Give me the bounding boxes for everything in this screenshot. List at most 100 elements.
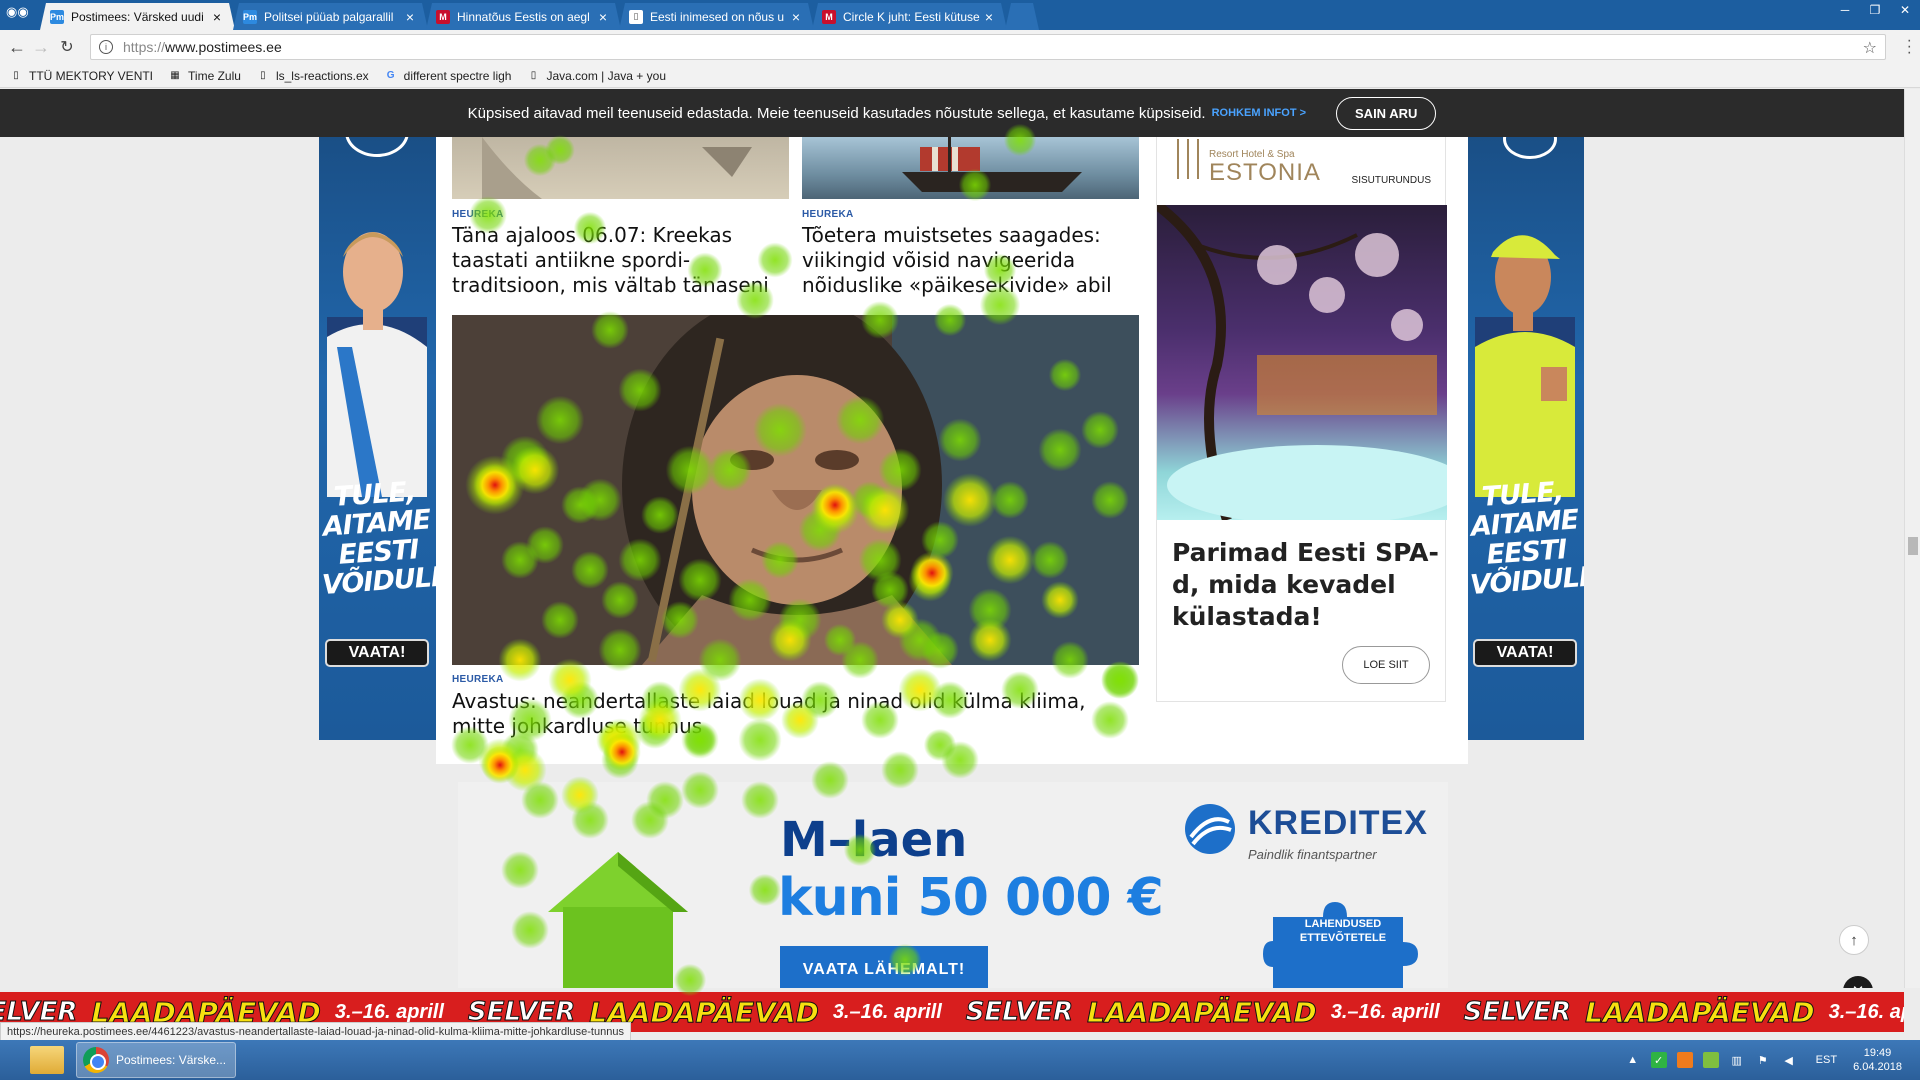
bookmark-label: ls_ls-reactions.ex <box>275 68 369 83</box>
browser-tab-bar: ◉◉ Pm Postimees: Värsked uudi × Pm Politsei … <box>0 0 1920 30</box>
article-title[interactable]: Avastus: neandertallaste laiad louad ja … <box>452 689 1142 739</box>
status-bar-url: https://heureka.postimees.ee/4461223/ava… <box>0 1022 631 1042</box>
house-icon <box>548 852 688 988</box>
back-icon[interactable]: ← <box>6 36 28 58</box>
ad-slogan: TULE, AITAME EESTI VÕIDULE! <box>319 476 436 601</box>
spa-image[interactable] <box>1157 205 1447 520</box>
browser-tab[interactable]: ▯ Eesti inimesed on nõus u × <box>619 3 814 30</box>
browser-tab[interactable]: Pm Postimees: Värsked uudi × <box>40 3 235 30</box>
page-scrollbar[interactable] <box>1904 89 1920 988</box>
tab-favicon-icon: Pm <box>243 11 258 22</box>
tab-favicon-icon: ▯ <box>629 10 643 24</box>
close-ad-button[interactable]: ✕ <box>1843 976 1873 988</box>
side-ad-right[interactable]: TULE, AITAME EESTI VÕIDULE! VAATA! <box>1467 137 1584 740</box>
tab-close-icon[interactable]: × <box>981 9 997 25</box>
maximize-icon[interactable]: ❐ <box>1860 0 1890 20</box>
tab-close-icon[interactable]: × <box>788 9 804 25</box>
ad-cta-button[interactable]: VAATA! <box>1473 639 1577 667</box>
sponsor-box[interactable]: Resort Hotel & Spa ESTONIA SISUTURUNDUS <box>1156 137 1447 702</box>
browser-menu-icon[interactable]: · · · <box>1907 33 1912 61</box>
app-tray-icon[interactable] <box>1702 1052 1719 1068</box>
network-icon[interactable]: ▥ <box>1729 1052 1745 1068</box>
cookie-banner: Küpsised aitavad meil teenuseid edastada… <box>0 89 1904 137</box>
page-icon: ▯ <box>260 70 266 81</box>
statue-image <box>482 137 752 199</box>
tab-close-icon[interactable]: × <box>209 9 225 25</box>
language-indicator[interactable]: EST <box>1816 1054 1837 1066</box>
ad-badge-icon <box>345 137 409 157</box>
tab-label: Politsei püüab palgarallil <box>264 9 394 24</box>
side-ad-left[interactable]: TULE, AITAME EESTI VÕIDULE! VAATA! <box>319 137 436 740</box>
selver-dates: 3.–16. aprill <box>334 1000 444 1023</box>
file-explorer-icon[interactable] <box>30 1046 64 1074</box>
bookmark-star-icon[interactable]: ☆ <box>1863 38 1877 58</box>
article-title[interactable]: Tõetera muistsetes saagades: viikingid v… <box>802 223 1142 298</box>
profile-icon[interactable]: ◉◉ <box>6 4 29 20</box>
reload-icon[interactable]: ↻ <box>56 36 78 58</box>
tab-favicon-icon: M <box>436 10 450 24</box>
forward-icon[interactable]: → <box>30 36 52 58</box>
selver-brand: SELVER <box>1463 997 1572 1028</box>
sponsor-tag: SISUTURUNDUS <box>1351 175 1431 186</box>
main-content: HEUREKA Täna ajaloos 06.07: Kreekas taas… <box>436 137 1468 764</box>
bookmark-item[interactable]: ▦ Time Zulu <box>169 69 241 83</box>
tennis-player-image <box>1475 235 1575 497</box>
bookmark-item[interactable]: ▯ TTÜ MEKTORY VENTI <box>10 69 153 83</box>
ad-slogan: TULE, AITAME EESTI VÕIDULE! <box>1467 476 1584 601</box>
clock[interactable]: 19:49 6.04.2018 <box>1853 1046 1902 1074</box>
article-image[interactable] <box>802 137 1139 199</box>
cookie-more-link[interactable]: ROHKEM INFOT > <box>1212 107 1306 119</box>
ad-slogan-line: VÕIDULE! <box>1469 560 1584 601</box>
volume-icon[interactable]: ◀ <box>1781 1052 1797 1068</box>
browser-tab[interactable]: M Hinnatõus Eestis on aegl × <box>426 3 621 30</box>
browser-tab[interactable]: M Circle K juht: Eesti kütuse × <box>812 3 1007 30</box>
browser-toolbar: ← → ↻ i https:// www.postimees.ee ☆ · · · <box>0 30 1920 64</box>
bookmark-item[interactable]: ▯ ls_ls-reactions.ex <box>257 68 369 83</box>
sponsor-read-button[interactable]: LOE SIIT <box>1342 646 1430 684</box>
taskbar-chrome-app[interactable]: Postimees: Värske... <box>76 1042 236 1078</box>
address-bar[interactable]: i https:// www.postimees.ee ☆ <box>90 34 1886 60</box>
chrome-icon <box>83 1047 109 1073</box>
site-info-icon[interactable]: i <box>99 40 113 54</box>
google-icon: G <box>386 70 395 81</box>
tab-favicon-icon: M <box>822 10 836 24</box>
flag-icon[interactable]: ⚑ <box>1755 1052 1771 1068</box>
selver-event: LAADAPÄEVAD <box>1585 995 1816 1029</box>
sponsor-title[interactable]: Parimad Eesti SPA-d, mida kevadel külast… <box>1172 537 1442 633</box>
screen: ◉◉ Pm Postimees: Värsked uudi × Pm Politsei … <box>0 0 1920 1080</box>
close-window-icon[interactable]: ✕ <box>1890 0 1920 20</box>
viking-ship-image <box>902 137 1082 192</box>
browser-tab[interactable]: Pm Politsei püüab palgarallil × <box>233 3 428 30</box>
article-title[interactable]: Täna ajaloos 06.07: Kreekas taastati ant… <box>452 223 787 298</box>
system-tray: ▲ ✓ ▥ ⚑ ◀ EST 19:49 6.04.2018 <box>1620 1040 1912 1080</box>
scroll-to-top-button[interactable]: ↑ <box>1839 925 1869 955</box>
tab-close-icon[interactable]: × <box>595 9 611 25</box>
article-category[interactable]: HEUREKA <box>452 674 504 685</box>
ad-slogan-line: VÕIDULE! <box>321 560 436 601</box>
tab-close-icon[interactable]: × <box>402 9 418 25</box>
tab-label: Postimees: Värsked uudi <box>71 9 204 24</box>
check-icon[interactable]: ✓ <box>1650 1052 1667 1068</box>
bookmark-item[interactable]: Gdifferent spectre ligh <box>385 69 512 83</box>
bookmark-item[interactable]: ▯ Java.com | Java + you <box>527 69 666 83</box>
ad-cta-button[interactable]: VAATA! <box>325 639 429 667</box>
app-tray-icon[interactable] <box>1676 1052 1693 1068</box>
resort-logo: Resort Hotel & Spa ESTONIA <box>1177 137 1320 187</box>
selver-segment: SELVER LAADAPÄEVAD 3.–16. aprill <box>965 995 1439 1029</box>
bookmark-label: TTÜ MEKTORY VENTI <box>29 68 154 83</box>
tab-label: Hinnatõus Eestis on aegl <box>457 9 590 24</box>
kreditex-ad[interactable]: M–laen kuni 50 000 € VAATA LÄHEMALT! KRE… <box>458 782 1448 988</box>
article-category[interactable]: HEUREKA <box>802 209 854 220</box>
ad-more-button[interactable]: VAATA LÄHEMALT! <box>780 946 988 988</box>
article-image-large[interactable] <box>452 315 1139 665</box>
tray-arrow-icon[interactable]: ▲ <box>1625 1052 1641 1068</box>
selver-dates: 3.–16. aprill <box>1828 1000 1904 1023</box>
taskbar-app-label: Postimees: Värske... <box>116 1053 227 1067</box>
new-tab-button[interactable] <box>1005 3 1039 30</box>
page-icon: ▯ <box>530 70 537 81</box>
cookie-agree-button[interactable]: SAIN ARU <box>1336 96 1437 130</box>
scrollbar-thumb[interactable] <box>1908 537 1918 555</box>
article-image[interactable] <box>452 137 789 199</box>
article-category[interactable]: HEUREKA <box>452 209 504 220</box>
minimize-icon[interactable]: ─ <box>1830 0 1860 20</box>
